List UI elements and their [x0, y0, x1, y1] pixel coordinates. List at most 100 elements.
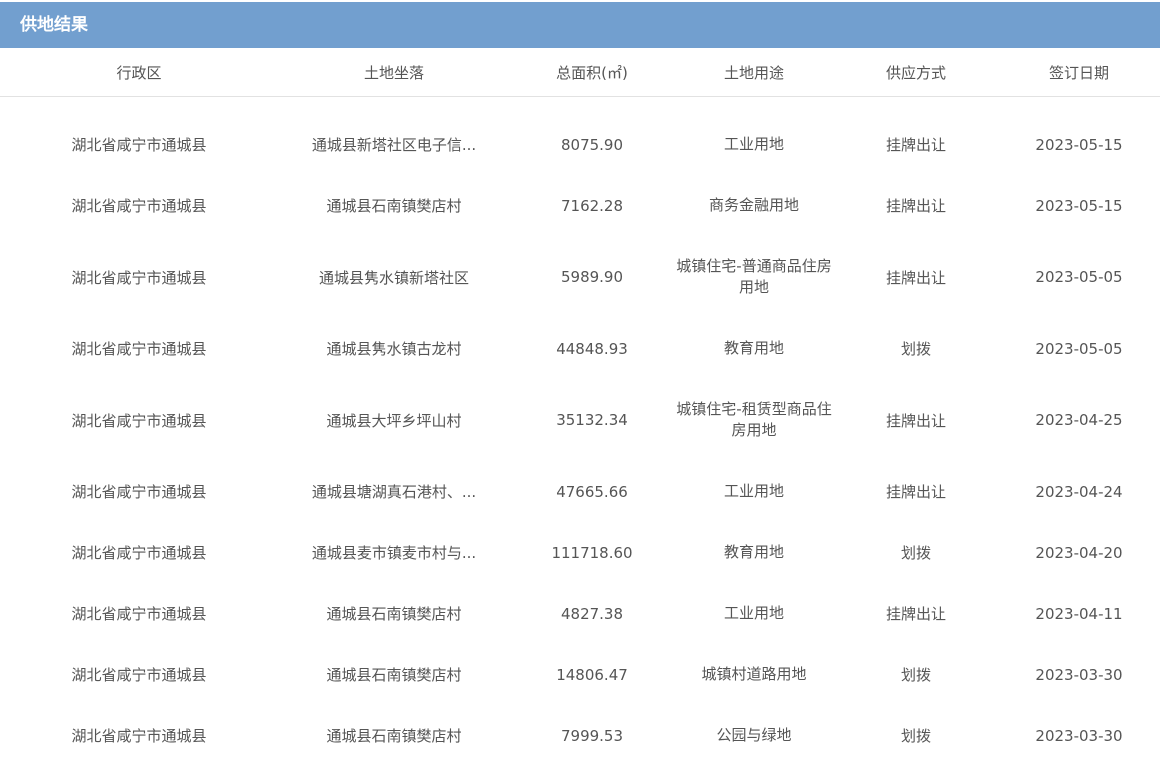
- cell-district: 湖北省咸宁市通城县: [71, 268, 207, 287]
- cell-location[interactable]: 通城县石南镇樊店村: [278, 705, 510, 766]
- cell-location-text[interactable]: 通城县麦市镇麦市村与...: [304, 542, 484, 563]
- cell-location[interactable]: 通城县隽水镇古龙村: [278, 318, 510, 379]
- table-row[interactable]: 湖北省咸宁市通城县 通城县隽水镇新塔社区 5989.90 城镇住宅-普通商品住房…: [0, 236, 1160, 318]
- table-row[interactable]: 湖北省咸宁市通城县 通城县大坪乡坪山村 35132.34 城镇住宅-租赁型商品住…: [0, 379, 1160, 461]
- cell-land-use-text: 教育用地: [723, 543, 784, 561]
- cell-supply-method: 挂牌出让: [885, 605, 946, 623]
- column-header-supply-method[interactable]: 供应方式: [834, 48, 998, 97]
- cell-area: 4827.38: [560, 604, 624, 623]
- cell-supply-method: 划拨: [900, 727, 931, 745]
- cell-supply-method: 挂牌出让: [885, 411, 946, 430]
- cell-sign-date: 2023-05-15: [1035, 196, 1123, 215]
- cell-land-use-text: 城镇住宅-租赁型商品住房用地: [676, 400, 832, 439]
- cell-area: 47665.66: [556, 482, 628, 501]
- cell-area: 44848.93: [556, 339, 628, 358]
- table-header-row: 行政区 土地坐落 总面积(㎡) 土地用途 供应方式 签订日期: [0, 48, 1160, 97]
- cell-land-use-text: 城镇村道路用地: [701, 665, 807, 683]
- cell-district: 湖北省咸宁市通城县: [71, 340, 207, 358]
- column-header-sign-date[interactable]: 签订日期: [998, 48, 1160, 97]
- cell-location-text[interactable]: 通城县石南镇樊店村: [304, 195, 484, 216]
- cell-location-text[interactable]: 通城县新塔社区电子信...: [304, 134, 484, 155]
- cell-land-use-text: 教育用地: [723, 339, 784, 357]
- cell-location-text[interactable]: 通城县隽水镇新塔社区: [304, 267, 484, 288]
- cell-land-use-text: 工业用地: [723, 135, 784, 153]
- cell-location-text[interactable]: 通城县大坪乡坪山村: [304, 410, 484, 431]
- column-header-district[interactable]: 行政区: [0, 48, 278, 97]
- cell-land-use-text: 城镇住宅-普通商品住房用地: [676, 257, 832, 296]
- cell-sign-date: 2023-05-05: [1035, 268, 1123, 286]
- cell-area: 8075.90: [560, 135, 624, 154]
- cell-location[interactable]: 通城县麦市镇麦市村与...: [278, 522, 510, 583]
- cell-district: 湖北省咸宁市通城县: [71, 544, 207, 562]
- cell-area: 7162.28: [560, 196, 624, 215]
- table-row[interactable]: 湖北省咸宁市通城县 通城县石南镇樊店村 14806.47 城镇村道路用地 划拨 …: [0, 644, 1160, 705]
- cell-land-use: 教育用地: [674, 522, 834, 583]
- cell-land-use-text: 工业用地: [723, 482, 784, 500]
- cell-district: 湖北省咸宁市通城县: [71, 605, 207, 623]
- cell-supply-method: 挂牌出让: [885, 197, 946, 215]
- cell-location[interactable]: 通城县石南镇樊店村: [278, 583, 510, 644]
- cell-location[interactable]: 通城县石南镇樊店村: [278, 644, 510, 705]
- cell-location-text[interactable]: 通城县隽水镇古龙村: [304, 338, 484, 359]
- cell-supply-method: 划拨: [900, 340, 931, 358]
- cell-area: 35132.34: [556, 411, 628, 429]
- cell-land-use: 教育用地: [674, 318, 834, 379]
- cell-land-use-text: 商务金融用地: [708, 196, 799, 214]
- cell-sign-date: 2023-04-11: [1035, 604, 1123, 623]
- table-row[interactable]: 湖北省咸宁市通城县 通城县隽水镇古龙村 44848.93 教育用地 划拨 202…: [0, 318, 1160, 379]
- cell-land-use: 城镇住宅-租赁型商品住房用地: [674, 379, 834, 461]
- cell-supply-method: 挂牌出让: [885, 136, 946, 154]
- table-row[interactable]: 湖北省咸宁市通城县 通城县石南镇樊店村 7999.53 公园与绿地 划拨 202…: [0, 705, 1160, 766]
- cell-land-use: 城镇村道路用地: [674, 644, 834, 705]
- cell-sign-date: 2023-05-05: [1035, 339, 1123, 358]
- column-header-location[interactable]: 土地坐落: [278, 48, 510, 97]
- table-row[interactable]: 湖北省咸宁市通城县 通城县石南镇樊店村 4827.38 工业用地 挂牌出让 20…: [0, 583, 1160, 644]
- column-header-area[interactable]: 总面积(㎡): [510, 48, 674, 97]
- supply-results-table: 行政区 土地坐落 总面积(㎡) 土地用途 供应方式 签订日期 湖北省咸宁市通城县…: [0, 48, 1160, 766]
- table-row[interactable]: 湖北省咸宁市通城县 通城县塘湖真石港村、... 47665.66 工业用地 挂牌…: [0, 461, 1160, 522]
- cell-sign-date: 2023-04-25: [1035, 411, 1123, 429]
- cell-location-text[interactable]: 通城县石南镇樊店村: [304, 603, 484, 624]
- table-row[interactable]: 湖北省咸宁市通城县 通城县新塔社区电子信... 8075.90 工业用地 挂牌出…: [0, 114, 1160, 175]
- cell-district: 湖北省咸宁市通城县: [71, 483, 207, 501]
- cell-area: 14806.47: [556, 665, 628, 684]
- cell-supply-method: 挂牌出让: [885, 268, 946, 287]
- cell-district: 湖北省咸宁市通城县: [71, 666, 207, 684]
- cell-location[interactable]: 通城县石南镇樊店村: [278, 175, 510, 236]
- cell-district: 湖北省咸宁市通城县: [71, 197, 207, 215]
- cell-land-use: 商务金融用地: [674, 175, 834, 236]
- cell-location[interactable]: 通城县塘湖真石港村、...: [278, 461, 510, 522]
- cell-district: 湖北省咸宁市通城县: [71, 136, 207, 154]
- panel-title: 供地结果: [0, 2, 1160, 48]
- cell-sign-date: 2023-03-30: [1035, 726, 1123, 745]
- cell-supply-method: 划拨: [900, 666, 931, 684]
- cell-sign-date: 2023-04-20: [1035, 543, 1123, 562]
- cell-district: 湖北省咸宁市通城县: [71, 411, 207, 430]
- cell-land-use: 工业用地: [674, 583, 834, 644]
- column-header-land-use[interactable]: 土地用途: [674, 48, 834, 97]
- cell-area: 7999.53: [560, 726, 624, 745]
- cell-location-text[interactable]: 通城县石南镇樊店村: [304, 664, 484, 685]
- cell-land-use-text: 公园与绿地: [716, 726, 792, 744]
- cell-land-use: 工业用地: [674, 461, 834, 522]
- cell-location[interactable]: 通城县大坪乡坪山村: [278, 379, 510, 461]
- cell-location[interactable]: 通城县隽水镇新塔社区: [278, 236, 510, 318]
- cell-sign-date: 2023-05-15: [1035, 135, 1123, 154]
- cell-land-use: 城镇住宅-普通商品住房用地: [674, 236, 834, 318]
- table-row[interactable]: 湖北省咸宁市通城县 通城县石南镇樊店村 7162.28 商务金融用地 挂牌出让 …: [0, 175, 1160, 236]
- cell-supply-method: 划拨: [900, 544, 931, 562]
- cell-area: 5989.90: [560, 268, 624, 286]
- cell-area: 111718.60: [551, 543, 633, 562]
- cell-location-text[interactable]: 通城县石南镇樊店村: [304, 725, 484, 746]
- cell-supply-method: 挂牌出让: [885, 483, 946, 501]
- cell-location[interactable]: 通城县新塔社区电子信...: [278, 114, 510, 175]
- cell-land-use: 工业用地: [674, 114, 834, 175]
- cell-district: 湖北省咸宁市通城县: [71, 727, 207, 745]
- table-spacer: [0, 97, 1160, 115]
- cell-land-use: 公园与绿地: [674, 705, 834, 766]
- table-row[interactable]: 湖北省咸宁市通城县 通城县麦市镇麦市村与... 111718.60 教育用地 划…: [0, 522, 1160, 583]
- cell-sign-date: 2023-03-30: [1035, 665, 1123, 684]
- cell-location-text[interactable]: 通城县塘湖真石港村、...: [304, 481, 484, 502]
- cell-sign-date: 2023-04-24: [1035, 482, 1123, 501]
- cell-land-use-text: 工业用地: [723, 604, 784, 622]
